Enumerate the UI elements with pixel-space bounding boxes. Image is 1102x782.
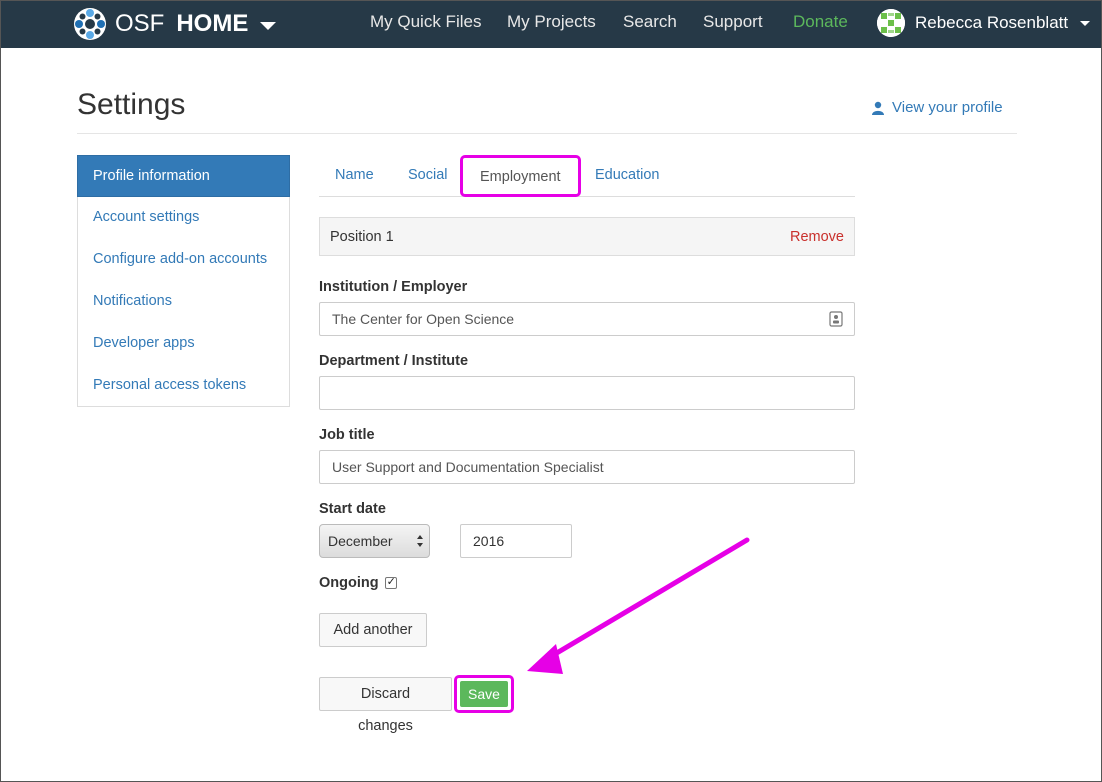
top-navbar: OSF HOME My Quick Files My Projects Sear… (0, 0, 1102, 48)
chevron-down-icon (1080, 20, 1091, 26)
brand-osf-text: OSF (115, 10, 165, 37)
nav-my-quick-files[interactable]: My Quick Files (370, 12, 481, 32)
user-icon (872, 101, 884, 115)
select-arrows-icon (417, 535, 423, 547)
page-title: Settings (77, 88, 186, 121)
user-name: Rebecca Rosenblatt (915, 13, 1069, 32)
department-input[interactable] (319, 376, 855, 410)
nav-search[interactable]: Search (623, 12, 677, 32)
avatar (877, 9, 905, 37)
institution-label: Institution / Employer (319, 279, 468, 295)
job-title-label: Job title (319, 427, 375, 443)
position-panel-header: Position 1 Remove (319, 217, 855, 256)
contact-card-icon (829, 311, 843, 327)
sidebar-item-profile-information[interactable]: Profile information (77, 155, 290, 197)
department-label: Department / Institute (319, 353, 469, 369)
sidebar-item-personal-access-tokens[interactable]: Personal access tokens (78, 365, 289, 407)
tab-education[interactable]: Education (595, 167, 660, 183)
user-menu[interactable]: Rebecca Rosenblatt (877, 9, 1091, 37)
tab-employment[interactable]: Employment (460, 155, 581, 197)
tab-name[interactable]: Name (335, 167, 374, 183)
sidebar-item-configure-add-on-accounts[interactable]: Configure add-on accounts (78, 239, 289, 281)
start-year-input[interactable]: 2016 (460, 524, 572, 558)
profile-tabs: Name Social Employment Education (319, 155, 855, 197)
brand-home-text: HOME (176, 10, 249, 37)
job-title-input[interactable]: User Support and Documentation Specialis… (319, 450, 855, 484)
save-button[interactable]: Save (460, 681, 508, 707)
nav-my-projects[interactable]: My Projects (507, 12, 596, 32)
tab-social[interactable]: Social (408, 167, 448, 183)
institution-input[interactable]: The Center for Open Science (319, 302, 855, 336)
view-profile-label: View your profile (892, 99, 1003, 116)
brand-home-menu[interactable]: OSF HOME (73, 7, 277, 41)
discard-changes-button[interactable]: Discard changes (319, 677, 452, 734)
start-month-value: December (328, 533, 393, 549)
start-month-select[interactable]: December (319, 524, 430, 558)
add-another-button[interactable]: Add another (319, 613, 427, 647)
ongoing-label: Ongoing (319, 575, 379, 591)
sidebar-item-account-settings[interactable]: Account settings (78, 197, 289, 239)
nav-donate[interactable]: Donate (793, 12, 848, 32)
ongoing-checkbox[interactable] (384, 575, 397, 589)
osf-logo-icon (74, 8, 106, 40)
position-title: Position 1 (330, 228, 394, 245)
divider (77, 133, 1017, 134)
ongoing-row: Ongoing (319, 575, 397, 591)
view-profile-link[interactable]: View your profile (872, 99, 1003, 116)
remove-position-link[interactable]: Remove (790, 229, 844, 245)
sidebar-item-developer-apps[interactable]: Developer apps (78, 323, 289, 365)
nav-support[interactable]: Support (703, 12, 763, 32)
chevron-down-icon (260, 21, 277, 30)
save-button-highlight[interactable]: Save (454, 675, 514, 713)
sidebar-item-notifications[interactable]: Notifications (78, 281, 289, 323)
settings-sidebar: Profile information Account settings Con… (77, 155, 290, 407)
start-date-label: Start date (319, 501, 386, 517)
